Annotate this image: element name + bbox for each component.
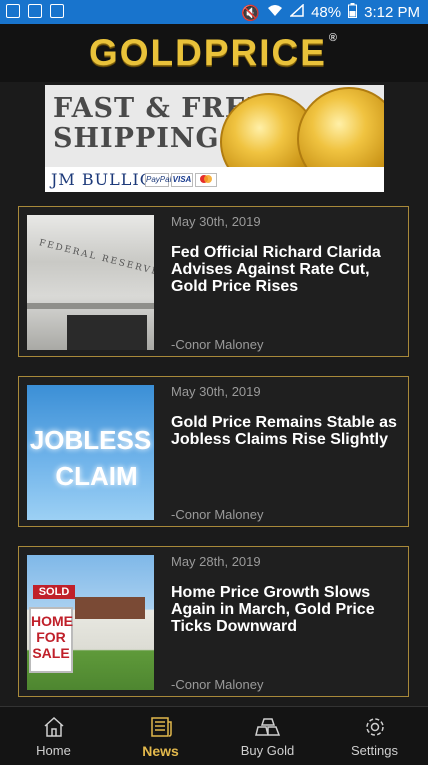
shipping-banner-ad[interactable]: FAST & FREE SHIPPING JM BULLION PayPal V… <box>45 85 384 192</box>
goldprice-logo: GOLDPRICE ® <box>88 32 340 73</box>
tab-label: News <box>142 743 179 759</box>
visa-badge: VISA <box>171 173 193 187</box>
settings-icon <box>365 718 384 736</box>
app-header: GOLDPRICE ® <box>0 24 428 82</box>
tab-news[interactable]: News <box>107 707 214 765</box>
article-thumbnail: JOBLESS CLAIM <box>27 385 154 520</box>
article-author: -Conor Maloney <box>171 507 264 522</box>
gold-bars-icon <box>254 718 280 736</box>
app-notification-icon <box>28 4 42 18</box>
news-article-card[interactable]: SOLD HOME FOR SALE May 28th, 2019 Home P… <box>18 546 409 697</box>
home-icon <box>44 716 63 737</box>
tab-label: Settings <box>351 743 398 758</box>
mastercard-badge <box>195 173 217 187</box>
notification-icon <box>6 4 20 18</box>
tab-home[interactable]: Home <box>0 707 107 765</box>
article-title: Fed Official Richard Clarida Advises Aga… <box>171 244 381 295</box>
gallery-notification-icon <box>50 4 64 18</box>
status-bar: 🔇 48% 3:12 PM <box>0 0 428 24</box>
article-author: -Conor Maloney <box>171 337 264 352</box>
federal-reserve-engraving: FEDERAL RESERVE <box>37 238 154 278</box>
tab-buy-gold[interactable]: Buy Gold <box>214 707 321 765</box>
sold-sign: SOLD <box>33 585 75 599</box>
paypal-badge: PayPal <box>145 173 171 187</box>
tab-label: Home <box>36 743 71 758</box>
news-icon <box>150 717 172 737</box>
signal-icon <box>289 3 304 21</box>
tab-label: Buy Gold <box>240 743 295 758</box>
battery-percent: 48% <box>311 4 342 21</box>
article-date: May 30th, 2019 <box>171 384 261 399</box>
claims-cloud-text: CLAIM <box>55 461 138 491</box>
article-thumbnail: FEDERAL RESERVE <box>27 215 154 350</box>
article-date: May 28th, 2019 <box>171 554 261 569</box>
article-title: Home Price Growth Slows Again in March, … <box>171 584 375 635</box>
news-article-card[interactable]: FEDERAL RESERVE May 30th, 2019 Fed Offic… <box>18 206 409 357</box>
article-author: -Conor Maloney <box>171 677 264 692</box>
wifi-icon <box>267 4 283 21</box>
article-title: Gold Price Remains Stable as Jobless Cla… <box>171 414 397 448</box>
clock: 3:12 PM <box>364 4 420 21</box>
article-date: May 30th, 2019 <box>171 214 261 229</box>
news-article-card[interactable]: JOBLESS CLAIM May 30th, 2019 Gold Price … <box>18 376 409 527</box>
battery-icon <box>348 3 358 22</box>
banner-footer: JM BULLION PayPal VISA <box>45 167 384 192</box>
tab-settings[interactable]: Settings <box>321 707 428 765</box>
mute-icon: 🔇 <box>241 4 261 22</box>
bottom-tab-bar: Home News Buy Gold Settings <box>0 706 428 765</box>
jobless-cloud-text: JOBLESS <box>29 425 152 455</box>
home-for-sale-sign: HOME FOR SALE <box>29 607 73 673</box>
banner-headline-2: SHIPPING <box>53 123 220 154</box>
article-thumbnail: SOLD HOME FOR SALE <box>27 555 154 690</box>
